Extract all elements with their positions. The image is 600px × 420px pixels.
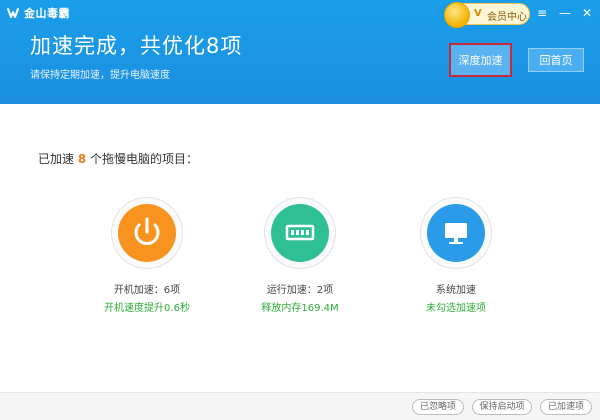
power-icon <box>134 217 160 245</box>
runtime-label: 运行加速：2项 <box>266 285 334 296</box>
system-sub: 未勾选加速项 <box>426 303 486 314</box>
accelerated-items-button[interactable]: 已加速项 <box>540 399 592 415</box>
boot-icon-disc <box>118 204 176 262</box>
system-icon-ring <box>420 197 492 269</box>
ignored-items-button[interactable]: 已忽略项 <box>412 399 464 415</box>
runtime-icon-disc <box>271 204 329 262</box>
runtime-icon-ring <box>264 197 336 269</box>
vip-coin-icon <box>444 2 470 28</box>
memory-icon <box>285 224 315 241</box>
summary-count: 8 <box>77 152 87 166</box>
minimize-icon[interactable]: — <box>556 4 574 22</box>
deep-accelerate-button[interactable]: 深度加速 <box>449 43 512 77</box>
page-subtitle: 请保持定期加速，提升电脑速度 <box>30 70 170 81</box>
summary-text: 已加速 8 个拖慢电脑的项目： <box>38 150 198 167</box>
system-icon-disc <box>427 204 485 262</box>
keep-startup-button[interactable]: 保持启动项 <box>472 399 532 415</box>
header-banner: 金山毒霸 V 会员中心 ≡ — ✕ 加速完成，共优化8项 请保持定期加速，提升电… <box>0 0 600 104</box>
close-icon[interactable]: ✕ <box>578 4 596 22</box>
system-accelerate-card: 系统加速 未勾选加速项 <box>396 197 516 317</box>
runtime-accelerate-card: 运行加速：2项 释放内存169.4M <box>240 197 360 317</box>
boot-accelerate-card: 开机加速：6项 开机速度提升0.6秒 <box>87 197 207 317</box>
vip-badge: V <box>474 8 482 19</box>
runtime-sub: 释放内存169.4M <box>261 303 339 314</box>
boot-sub: 开机速度提升0.6秒 <box>104 303 190 314</box>
summary-suffix: 个拖慢电脑的项目： <box>90 152 199 166</box>
boot-icon-ring <box>111 197 183 269</box>
back-home-button[interactable]: 回首页 <box>528 48 584 72</box>
app-logo: 金山毒霸 <box>6 5 70 21</box>
vip-center-button[interactable]: V 会员中心 <box>444 2 530 28</box>
app-name: 金山毒霸 <box>24 7 70 20</box>
summary-prefix: 已加速 <box>38 152 75 166</box>
menu-icon[interactable]: ≡ <box>533 4 551 22</box>
monitor-icon <box>445 223 467 244</box>
page-title: 加速完成，共优化8项 <box>30 34 243 58</box>
vip-label: 会员中心 <box>487 12 527 23</box>
footer-bar: 已忽略项 保持启动项 已加速项 <box>0 392 600 420</box>
logo-icon <box>7 8 19 18</box>
boot-label: 开机加速：6项 <box>113 285 181 296</box>
system-label: 系统加速 <box>436 285 476 296</box>
